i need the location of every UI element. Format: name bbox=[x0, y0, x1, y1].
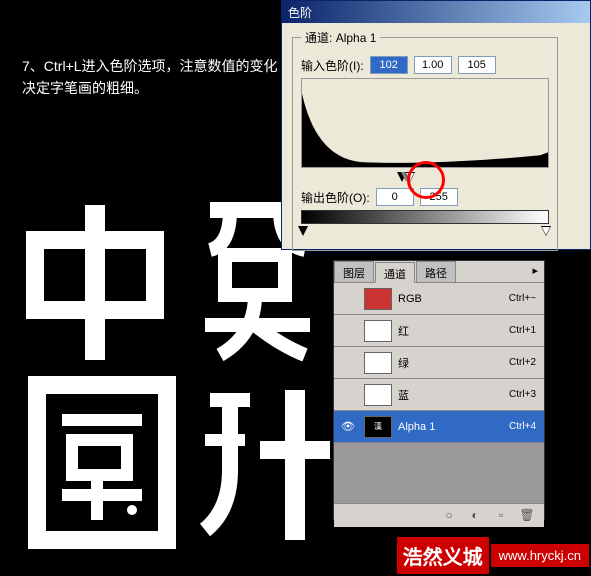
channel-row-blue[interactable]: 蓝 Ctrl+3 bbox=[334, 379, 544, 411]
channel-thumb: 漢 bbox=[364, 416, 392, 438]
channel-name: 红 bbox=[398, 323, 509, 339]
channel-row-green[interactable]: 绿 Ctrl+2 bbox=[334, 347, 544, 379]
input-white-point[interactable] bbox=[458, 56, 496, 74]
tab-channels[interactable]: 通道 bbox=[375, 262, 415, 283]
histogram bbox=[301, 78, 549, 168]
channel-thumb bbox=[364, 352, 392, 374]
white-slider[interactable] bbox=[405, 172, 415, 182]
output-slider[interactable] bbox=[301, 226, 549, 238]
out-white-slider[interactable] bbox=[541, 226, 551, 236]
tab-layers[interactable]: 图层 bbox=[334, 261, 374, 282]
visibility-toggle[interactable]: 👁 bbox=[338, 420, 358, 433]
load-selection-icon[interactable]: ○ bbox=[440, 508, 458, 524]
input-black-point[interactable] bbox=[370, 56, 408, 74]
channel-shortcut: Ctrl+1 bbox=[509, 325, 536, 336]
channel-name: RGB bbox=[398, 293, 509, 305]
levels-fieldset: 通道: Alpha 1 输入色阶(I): 输出色阶(O): bbox=[292, 29, 558, 251]
channels-panel: 图层 通道 路径 ▸ RGB Ctrl+~ 红 Ctrl+1 绿 Ctrl+2 … bbox=[333, 260, 545, 520]
channel-shortcut: Ctrl+2 bbox=[509, 357, 536, 368]
channel-name: 蓝 bbox=[398, 387, 509, 403]
channel-row-red[interactable]: 红 Ctrl+1 bbox=[334, 315, 544, 347]
channel-name: Alpha 1 bbox=[398, 421, 509, 433]
output-white[interactable] bbox=[420, 188, 458, 206]
watermark-url: www.hryckj.cn bbox=[491, 544, 589, 567]
channel-list: RGB Ctrl+~ 红 Ctrl+1 绿 Ctrl+2 蓝 Ctrl+3 👁 … bbox=[334, 283, 544, 503]
channel-thumb bbox=[364, 384, 392, 406]
channel-shortcut: Ctrl+~ bbox=[509, 293, 536, 304]
channel-name: 绿 bbox=[398, 355, 509, 371]
input-levels-label: 输入色阶(I): bbox=[301, 57, 364, 74]
delete-channel-icon[interactable]: 🗑 bbox=[518, 508, 536, 524]
channel-row-rgb[interactable]: RGB Ctrl+~ bbox=[334, 283, 544, 315]
channel-thumb bbox=[364, 288, 392, 310]
levels-titlebar[interactable]: 色阶 bbox=[282, 1, 590, 23]
input-slider[interactable] bbox=[301, 172, 549, 184]
channel-thumb bbox=[364, 320, 392, 342]
empty-area bbox=[334, 443, 544, 503]
input-gamma[interactable] bbox=[414, 56, 452, 74]
levels-dialog: 色阶 通道: Alpha 1 输入色阶(I): bbox=[281, 0, 591, 250]
out-black-slider[interactable] bbox=[298, 226, 308, 236]
save-selection-icon[interactable]: ◐ bbox=[466, 508, 484, 524]
panel-menu-icon[interactable]: ▸ bbox=[526, 261, 544, 282]
channel-shortcut: Ctrl+3 bbox=[509, 389, 536, 400]
watermark: 浩然义城 www.hryckj.cn bbox=[397, 537, 589, 574]
channel-legend: 通道: Alpha 1 bbox=[301, 29, 380, 46]
output-levels-label: 输出色阶(O): bbox=[301, 189, 370, 206]
instruction-text: 7、Ctrl+L进入色阶选项，注意数值的变化决定字笔画的粗细。 bbox=[22, 55, 282, 99]
new-channel-icon[interactable]: ▫ bbox=[492, 508, 510, 524]
output-gradient bbox=[301, 210, 549, 224]
channel-shortcut: Ctrl+4 bbox=[509, 421, 536, 432]
tab-paths[interactable]: 路径 bbox=[416, 261, 456, 282]
channel-row-alpha1[interactable]: 👁 漢 Alpha 1 Ctrl+4 bbox=[334, 411, 544, 443]
output-black[interactable] bbox=[376, 188, 414, 206]
